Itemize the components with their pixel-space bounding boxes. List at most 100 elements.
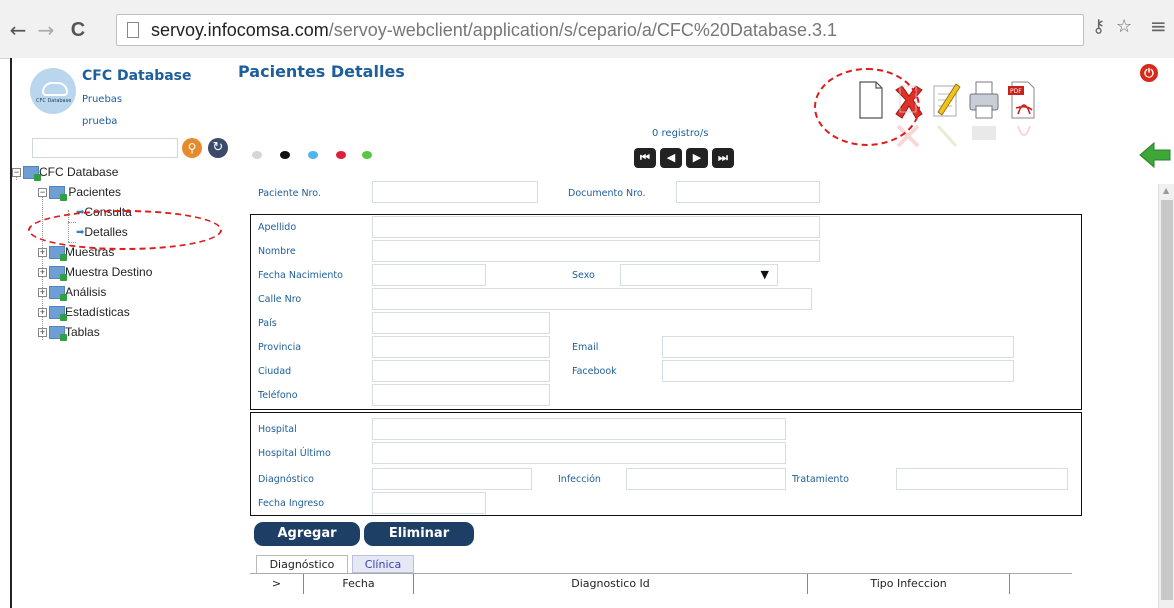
app-title: CFC Database — [82, 68, 192, 84]
label-facebook: Facebook — [572, 366, 617, 377]
nombre-input[interactable] — [372, 240, 820, 262]
fecha-ingreso-input[interactable] — [372, 492, 486, 514]
vertical-scrollbar[interactable]: ▲ — [1158, 184, 1174, 608]
key-icon[interactable]: ⚷ — [1092, 16, 1105, 37]
grid-col-tipo-infeccion[interactable]: Tipo Infeccion — [808, 574, 1010, 594]
browser-menu-icon[interactable]: ≡ — [1150, 14, 1167, 38]
expand-icon[interactable]: + — [38, 268, 47, 278]
tratamiento-input[interactable] — [896, 468, 1068, 490]
expand-icon[interactable]: + — [38, 308, 47, 318]
folder-icon — [49, 246, 67, 262]
sexo-select[interactable]: ▼ — [620, 264, 778, 286]
page-icon — [127, 22, 139, 38]
app-page: CFC Database CFC Database Pruebas prueba… — [10, 58, 1174, 608]
pdf-icon-reflection — [1017, 125, 1031, 136]
label-documento-nro: Documento Nro. — [568, 188, 646, 199]
record-dot-red[interactable] — [336, 151, 346, 159]
agregar-button[interactable]: Agregar — [254, 522, 360, 546]
pais-input[interactable] — [372, 312, 550, 334]
tree-item-cfc-database[interactable]: − CFC Database — [12, 162, 118, 182]
tree-item-label: CFC Database — [39, 165, 119, 179]
next-record-button[interactable]: ▶ — [686, 148, 708, 168]
paciente-nro-input[interactable] — [372, 181, 538, 203]
chevron-down-icon: ▼ — [760, 268, 769, 281]
refresh-icon[interactable]: ↻ — [208, 138, 228, 158]
fecha-nacimiento-input[interactable] — [372, 264, 486, 286]
expand-icon[interactable]: + — [38, 288, 47, 298]
folder-icon — [49, 266, 67, 282]
label-pais: País — [258, 318, 277, 329]
collapse-icon[interactable]: − — [38, 188, 47, 198]
grid-col-fecha[interactable]: Fecha — [304, 574, 414, 594]
sidebar-search-input[interactable] — [32, 138, 178, 158]
page-title: Pacientes Detalles — [238, 62, 405, 81]
record-dot-black[interactable] — [280, 151, 290, 159]
diagnostico-input[interactable] — [372, 468, 532, 490]
grid-col-selector[interactable]: > — [250, 574, 304, 594]
edit-icon[interactable] — [928, 76, 964, 124]
tree-item-pacientes[interactable]: − Pacientes — [38, 182, 121, 202]
back-button[interactable]: ← — [6, 18, 30, 42]
expand-icon[interactable]: + — [38, 328, 47, 338]
provincia-input[interactable] — [372, 336, 550, 358]
url-path: /servoy-webclient/application/s/cepario/… — [328, 20, 837, 40]
prev-record-button[interactable]: ◀ — [660, 148, 682, 168]
tab-clinica[interactable]: Clínica — [352, 555, 414, 573]
hospital-ultimo-input[interactable] — [372, 442, 786, 464]
url-host: servoy.infocomsa.com — [151, 20, 329, 40]
first-record-button[interactable]: ⏮ — [634, 148, 656, 168]
documento-nro-input[interactable] — [676, 181, 820, 203]
facebook-input[interactable] — [662, 360, 1014, 382]
app-logo: CFC Database — [30, 68, 76, 114]
folder-icon — [23, 166, 41, 182]
grid-header: > Fecha Diagnostico Id Tipo Infeccion — [250, 573, 1072, 594]
power-icon[interactable]: ⏻ — [1140, 64, 1158, 82]
ciudad-input[interactable] — [372, 360, 550, 382]
tree-item-muestra-destino[interactable]: + Muestra Destino — [38, 262, 152, 282]
record-dot-blue[interactable] — [308, 151, 318, 159]
tree-item-label: Pacientes — [68, 185, 122, 199]
calle-nro-input[interactable] — [372, 288, 812, 310]
url-text: servoy.infocomsa.com/servoy-webclient/ap… — [151, 20, 837, 41]
address-bar[interactable]: servoy.infocomsa.com/servoy-webclient/ap… — [116, 14, 1084, 46]
label-provincia: Provincia — [258, 342, 302, 353]
bookmark-star-icon[interactable]: ☆ — [1116, 16, 1132, 37]
search-icon[interactable]: ⚲ — [182, 138, 202, 158]
reload-button[interactable]: C — [66, 18, 90, 42]
browser-toolbar: ← → C servoy.infocomsa.com/servoy-webcli… — [0, 0, 1174, 59]
record-dot-gray[interactable] — [252, 151, 262, 159]
scroll-up-icon[interactable]: ▲ — [1163, 186, 1169, 195]
tree-item-label: Tablas — [65, 325, 100, 339]
last-record-button[interactable]: ⏭ — [712, 148, 734, 168]
email-input[interactable] — [662, 336, 1014, 358]
record-dot-green[interactable] — [362, 151, 372, 159]
apellido-input[interactable] — [372, 216, 820, 238]
label-calle-nro: Calle Nro — [258, 294, 302, 305]
expand-icon[interactable]: + — [38, 248, 47, 258]
app-subtitle-1: Pruebas — [82, 94, 123, 105]
infeccion-input[interactable] — [626, 468, 786, 490]
label-hospital: Hospital — [258, 424, 297, 435]
print-icon[interactable] — [966, 76, 1002, 124]
folder-icon — [49, 286, 67, 302]
collapse-icon[interactable]: − — [12, 168, 21, 178]
label-nombre: Nombre — [258, 246, 296, 257]
tree-item-tablas[interactable]: + Tablas — [38, 322, 100, 342]
hospital-input[interactable] — [372, 418, 786, 440]
logo-text: CFC Database — [36, 98, 72, 104]
tree-item-label: Muestra Destino — [65, 265, 153, 279]
tab-diagnostico[interactable]: Diagnóstico — [256, 555, 348, 573]
label-paciente-nro: Paciente Nro. — [258, 188, 321, 199]
eliminar-button[interactable]: Eliminar — [364, 522, 474, 546]
label-hospital-ultimo: Hospital Último — [258, 448, 331, 459]
tree-item-analisis[interactable]: + Análisis — [38, 282, 106, 302]
back-arrow-icon[interactable] — [1138, 140, 1172, 170]
scrollbar-thumb[interactable] — [1161, 200, 1173, 600]
print-icon-reflection — [972, 126, 996, 140]
folder-icon — [49, 306, 67, 322]
tree-item-estadisticas[interactable]: + Estadísticas — [38, 302, 130, 322]
forward-button[interactable]: → — [34, 18, 58, 42]
telefono-input[interactable] — [372, 384, 550, 406]
pdf-icon[interactable]: PDF — [1004, 76, 1040, 124]
grid-col-diagnostico-id[interactable]: Diagnostico Id — [414, 574, 808, 594]
